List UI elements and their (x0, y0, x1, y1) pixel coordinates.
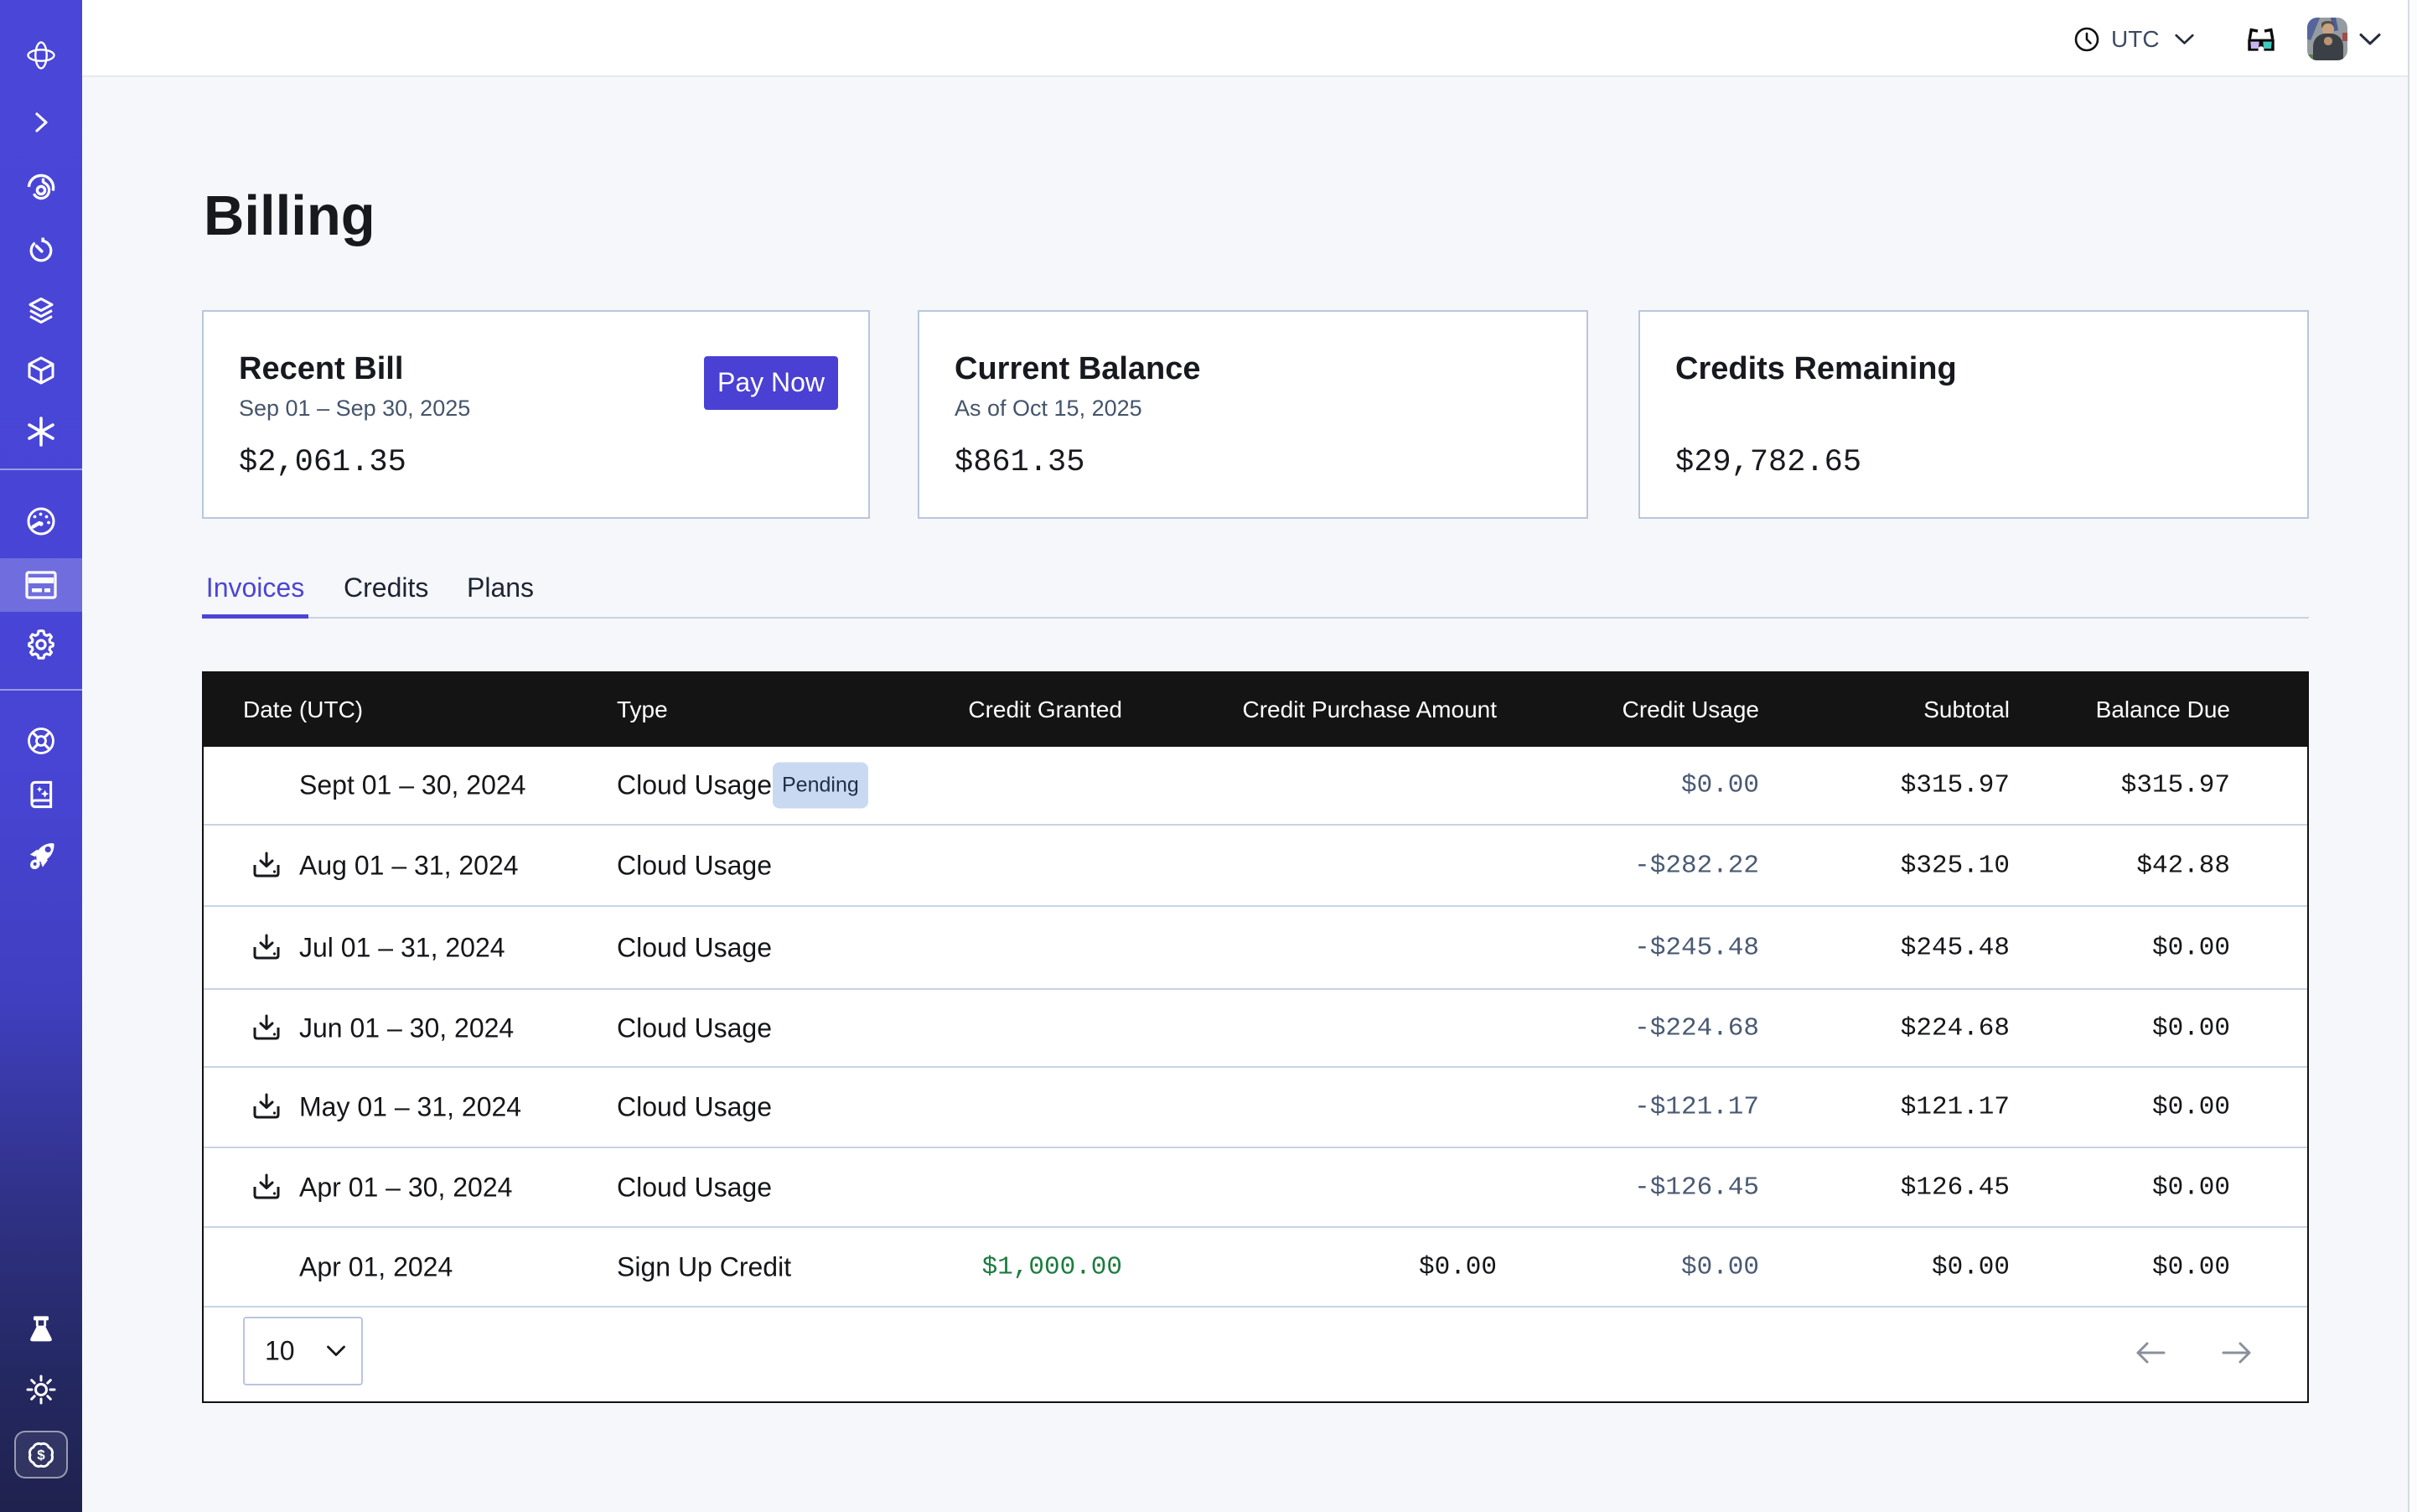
svg-text:$: $ (37, 1447, 45, 1463)
